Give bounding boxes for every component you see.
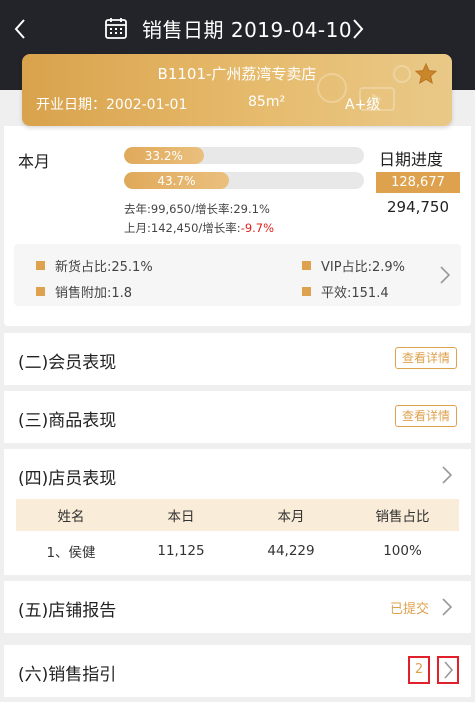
staff-table: 姓名 本日 本月 销售占比 1、侯健 11,125 44,229 100% (16, 499, 459, 571)
kpi-label: VIP占比:2.9% (321, 260, 405, 275)
guide-count-badge[interactable]: 2 (408, 656, 430, 684)
kpi-efficiency: 平效:151.4 (302, 282, 389, 301)
product-detail-button[interactable]: 查看详情 (395, 405, 457, 427)
chevron-right-icon (442, 598, 453, 616)
bullet-square-icon (302, 287, 311, 296)
kpi-label: 平效:151.4 (321, 286, 389, 301)
bullet-square-icon (302, 261, 311, 270)
product-section: (三)商品表现 查看详情 (4, 391, 471, 443)
member-detail-button[interactable]: 查看详情 (395, 347, 457, 369)
month-label: 本月 (18, 152, 51, 171)
member-section: (二)会员表现 查看详情 (4, 333, 471, 385)
target-value: 294,750 (386, 198, 450, 216)
kpi-label: 新货占比:25.1% (55, 260, 153, 275)
chevron-right-icon (444, 661, 454, 679)
kpi-panel[interactable]: 新货占比:25.1% VIP占比:2.9% 销售附加:1.8 平效:151.4 (14, 244, 461, 306)
chevron-right-icon (353, 19, 364, 39)
product-section-title: (三)商品表现 (18, 411, 117, 431)
month-progress-fill: 33.2% (124, 147, 204, 164)
store-area: 85m² (248, 94, 286, 110)
store-name: B1101-广州荔湾专卖店 (157, 65, 317, 83)
next-date-button[interactable] (346, 14, 370, 44)
date-progress-text: 43.7% (157, 173, 196, 188)
table-cell: 11,125 (157, 543, 205, 559)
guide-section[interactable]: (六)销售指引 (4, 645, 471, 697)
report-status: 已提交 (389, 602, 429, 617)
last-month-text: 上月:142,450/增长率: (124, 221, 241, 235)
bullet-square-icon (36, 287, 45, 296)
kpi-sales-addon: 销售附加:1.8 (36, 282, 132, 301)
month-progress-text: 33.2% (144, 148, 183, 163)
table-cell: 100% (383, 543, 422, 559)
guide-section-title: (六)销售指引 (18, 665, 117, 685)
table-cell: 44,229 (267, 543, 315, 559)
staff-section-title: (四)店员表现 (18, 469, 117, 489)
last-year-comparison: 去年:99,650/增长率:29.1% (124, 202, 270, 216)
column-header: 本月 (277, 509, 305, 525)
progress-value-badge: 128,677 (376, 172, 460, 193)
chevron-right-icon[interactable] (439, 464, 455, 486)
table-cell: 1、侯健 (46, 545, 96, 561)
chevron-left-icon (14, 19, 25, 39)
back-button[interactable] (8, 14, 32, 44)
store-grade: A+级 (345, 97, 381, 113)
bullet-square-icon (36, 261, 45, 270)
date-progress-label: 日期进度 (379, 150, 444, 169)
store-info-card: B1101-广州荔湾专卖店 开业日期：2002-01-01 85m² A+级 (22, 54, 452, 126)
sales-summary-card: 本月 33.2% 43.7% 去年:99,650/增长率:29.1% 上月:14… (4, 126, 471, 326)
guide-next-button[interactable] (437, 656, 459, 684)
date-picker[interactable]: 销售日期 2019-04-10 (104, 10, 352, 46)
report-section-title: (五)店铺报告 (18, 601, 117, 621)
page-title: 销售日期 2019-04-10 (142, 17, 353, 42)
column-header: 销售占比 (375, 509, 430, 525)
table-row[interactable]: 1、侯健 11,125 44,229 100% (16, 531, 459, 571)
store-meta: 开业日期：2002-01-01 85m² A+级 (36, 94, 380, 114)
calendar-icon (105, 18, 127, 39)
kpi-vip: VIP占比:2.9% (302, 256, 405, 275)
kpi-label: 销售附加:1.8 (55, 286, 133, 301)
member-section-title: (二)会员表现 (18, 353, 117, 373)
staff-section: (四)店员表现 姓名 本日 本月 销售占比 1、侯健 11,125 44,229… (4, 449, 471, 575)
open-date: 开业日期：2002-01-01 (36, 97, 188, 113)
report-section[interactable]: (五)店铺报告 已提交 (4, 581, 471, 633)
date-progress-bar: 43.7% (124, 172, 364, 189)
last-month-rate: -9.7% (240, 221, 275, 235)
last-month-comparison: 上月:142,450/增长率:-9.7% (124, 220, 274, 236)
column-header: 本日 (167, 509, 195, 525)
column-header: 姓名 (57, 509, 85, 525)
month-progress-bar: 33.2% (124, 147, 364, 164)
star-icon[interactable] (414, 62, 438, 86)
kpi-new-goods: 新货占比:25.1% (36, 256, 153, 275)
chevron-right-icon (440, 266, 451, 284)
date-progress-fill: 43.7% (124, 172, 229, 189)
table-header: 姓名 本日 本月 销售占比 (16, 499, 459, 531)
